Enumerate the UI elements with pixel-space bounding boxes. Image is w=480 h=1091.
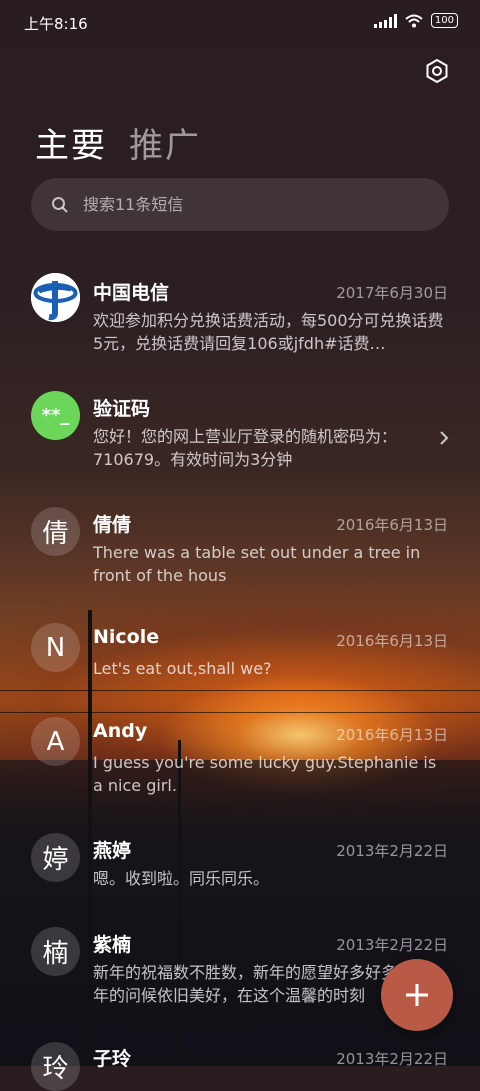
contact-name: 倩倩 bbox=[93, 514, 132, 536]
contact-avatar: 婷 bbox=[31, 833, 80, 882]
plus-icon bbox=[406, 984, 428, 1006]
message-preview: Let's eat out,shall we? bbox=[93, 659, 272, 678]
message-date: 2016年6月13日 bbox=[336, 632, 448, 650]
power-line bbox=[0, 690, 480, 691]
signal-icon bbox=[373, 13, 397, 28]
contact-name: 中国电信 bbox=[93, 282, 170, 304]
message-preview: 欢迎参加积分兑换话费活动，每500分可兑换话费5元，兑换话费请回复106或jfd… bbox=[93, 311, 444, 353]
china-telecom-logo-avatar bbox=[31, 273, 80, 322]
message-date: 2013年2月22日 bbox=[336, 936, 448, 954]
message-date: 2017年6月30日 bbox=[336, 284, 448, 302]
contact-name: 子玲 bbox=[93, 1048, 132, 1070]
status-bar: 上午8:16 100 bbox=[0, 0, 480, 44]
search-icon bbox=[52, 196, 68, 213]
contact-avatar: 玲 bbox=[31, 1042, 80, 1091]
tab-main[interactable]: 主要 bbox=[35, 118, 107, 167]
message-date: 2013年2月22日 bbox=[336, 842, 448, 860]
power-line bbox=[0, 712, 480, 713]
contact-name: Nicole bbox=[93, 626, 160, 648]
chevron-right-icon[interactable] bbox=[438, 430, 450, 446]
search-bar[interactable] bbox=[31, 178, 449, 231]
message-preview: 嗯。收到啦。同乐同乐。 bbox=[93, 869, 270, 888]
message-preview: 您好！您的网上营业厅登录的随机密码为：710679。有效时间为3分钟 bbox=[93, 427, 398, 469]
message-preview: There was a table set out under a tree i… bbox=[93, 543, 421, 585]
contact-avatar: N bbox=[31, 623, 80, 672]
verification-code-avatar: **_ bbox=[31, 391, 80, 440]
contact-avatar: 楠 bbox=[31, 927, 80, 976]
status-time: 上午8:16 bbox=[24, 15, 88, 33]
contact-avatar: A bbox=[31, 717, 80, 766]
settings-icon[interactable] bbox=[424, 58, 450, 84]
tab-bar: 主要 推广 bbox=[35, 118, 201, 167]
message-date: 2016年6月13日 bbox=[336, 516, 448, 534]
tab-promo[interactable]: 推广 bbox=[129, 118, 201, 167]
battery-indicator: 100 bbox=[430, 13, 458, 28]
contact-avatar: 倩 bbox=[31, 507, 80, 556]
search-input[interactable] bbox=[81, 194, 385, 215]
china-telecom-logo-icon bbox=[31, 273, 80, 322]
contact-name: 验证码 bbox=[93, 398, 151, 420]
utility-pole bbox=[88, 610, 92, 1066]
message-date: 2016年6月13日 bbox=[336, 726, 448, 744]
contact-name: 燕婷 bbox=[93, 840, 132, 862]
message-preview: I guess you're some lucky guy.Stephanie … bbox=[93, 753, 437, 795]
new-message-button[interactable] bbox=[381, 959, 453, 1031]
wifi-icon bbox=[405, 14, 423, 27]
contact-name: Andy bbox=[93, 720, 148, 742]
contact-name: 紫楠 bbox=[93, 934, 132, 956]
